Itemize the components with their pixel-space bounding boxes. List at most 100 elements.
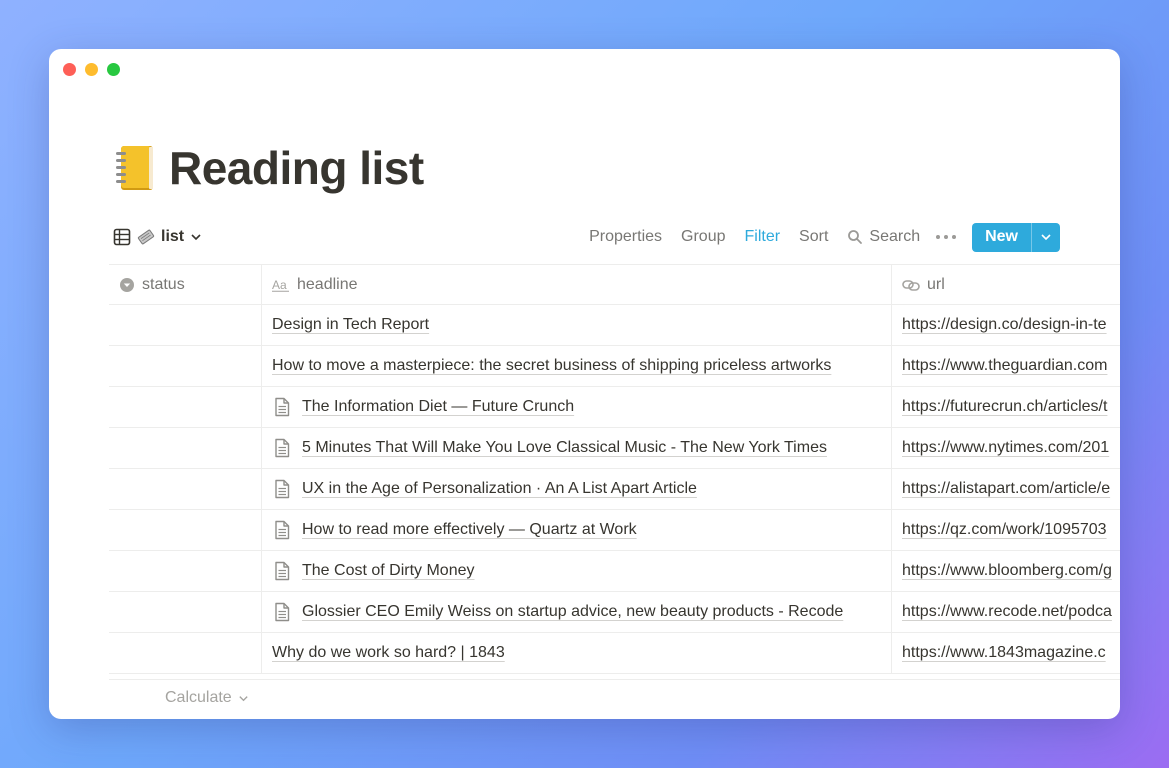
status-cell[interactable] bbox=[109, 428, 262, 468]
more-options-icon[interactable] bbox=[936, 235, 957, 239]
calculate-label: Calculate bbox=[165, 689, 232, 706]
headline-link[interactable]: How to read more effectively — Quartz at… bbox=[302, 521, 637, 539]
window-controls bbox=[63, 63, 120, 76]
headline-link[interactable]: 5 Minutes That Will Make You Love Classi… bbox=[302, 439, 827, 457]
table-row[interactable]: Why do we work so hard? | 1843 https://ww… bbox=[109, 633, 1120, 674]
url-cell[interactable]: https://qz.com/work/1095703 bbox=[892, 510, 1120, 550]
url-link[interactable]: https://futurecrun.ch/articles/t bbox=[902, 398, 1107, 416]
status-cell[interactable] bbox=[109, 592, 262, 632]
chevron-down-icon bbox=[1041, 234, 1051, 241]
close-window-button[interactable] bbox=[63, 63, 76, 76]
view-name: list bbox=[161, 228, 185, 245]
status-cell[interactable] bbox=[109, 551, 262, 591]
table-row[interactable]: How to move a masterpiece: the secret bu… bbox=[109, 346, 1120, 387]
table-row[interactable]: How to read more effectively — Quartz at… bbox=[109, 510, 1120, 551]
notebook-icon[interactable] bbox=[113, 143, 157, 193]
page-title[interactable]: Reading list bbox=[169, 141, 424, 195]
table-icon bbox=[113, 228, 131, 246]
url-cell[interactable]: https://www.nytimes.com/201 bbox=[892, 428, 1120, 468]
group-button[interactable]: Group bbox=[681, 228, 725, 246]
url-link[interactable]: https://design.co/design-in-te bbox=[902, 316, 1107, 334]
headline-cell[interactable]: The Cost of Dirty Money bbox=[262, 551, 892, 591]
new-dropdown-button[interactable] bbox=[1031, 222, 1060, 252]
database-table: status Aa headline url Design in Tech Re… bbox=[109, 264, 1120, 674]
select-property-icon bbox=[120, 277, 134, 292]
column-header-headline[interactable]: Aa headline bbox=[262, 265, 892, 304]
search-button[interactable]: Search bbox=[847, 228, 920, 246]
status-cell[interactable] bbox=[109, 469, 262, 509]
url-link[interactable]: https://qz.com/work/1095703 bbox=[902, 521, 1107, 539]
page-icon bbox=[275, 438, 290, 458]
database-toolbar: list Properties Group Filter Sort Search… bbox=[113, 221, 1060, 253]
headline-link[interactable]: Design in Tech Report bbox=[272, 316, 429, 334]
headline-cell[interactable]: How to move a masterpiece: the secret bu… bbox=[262, 346, 892, 386]
new-button[interactable]: New bbox=[972, 223, 1031, 252]
column-header-status[interactable]: status bbox=[109, 265, 262, 304]
headline-cell[interactable]: Why do we work so hard? | 1843 bbox=[262, 633, 892, 673]
table-row[interactable]: Glossier CEO Emily Weiss on startup advi… bbox=[109, 592, 1120, 633]
headline-link[interactable]: UX in the Age of Personalization · An A … bbox=[302, 480, 697, 498]
headline-cell[interactable]: 5 Minutes That Will Make You Love Classi… bbox=[262, 428, 892, 468]
search-icon bbox=[848, 230, 863, 244]
status-cell[interactable] bbox=[109, 387, 262, 427]
headline-link[interactable]: Why do we work so hard? | 1843 bbox=[272, 644, 505, 662]
column-header-url[interactable]: url bbox=[892, 265, 1120, 304]
filter-button[interactable]: Filter bbox=[744, 228, 780, 246]
headline-link[interactable]: How to move a masterpiece: the secret bu… bbox=[272, 357, 831, 375]
newspaper-icon bbox=[137, 229, 155, 245]
page-icon bbox=[275, 397, 290, 417]
status-cell[interactable] bbox=[109, 633, 262, 673]
table-footer-divider bbox=[109, 679, 1120, 680]
headline-cell[interactable]: Design in Tech Report bbox=[262, 305, 892, 345]
calculate-button[interactable]: Calculate bbox=[165, 689, 249, 707]
url-link[interactable]: https://www.nytimes.com/201 bbox=[902, 439, 1109, 457]
table-row[interactable]: Design in Tech Report https://design.co/d… bbox=[109, 305, 1120, 346]
url-cell[interactable]: https://www.theguardian.com bbox=[892, 346, 1120, 386]
link-icon bbox=[902, 279, 920, 291]
url-cell[interactable]: https://www.1843magazine.c bbox=[892, 633, 1120, 673]
url-link[interactable]: https://alistapart.com/article/e bbox=[902, 480, 1110, 498]
table-row[interactable]: UX in the Age of Personalization · An A … bbox=[109, 469, 1120, 510]
search-label: Search bbox=[869, 228, 921, 245]
minimize-window-button[interactable] bbox=[85, 63, 98, 76]
table-row[interactable]: 5 Minutes That Will Make You Love Classi… bbox=[109, 428, 1120, 469]
url-cell[interactable]: https://www.bloomberg.com/g bbox=[892, 551, 1120, 591]
chevron-down-icon bbox=[239, 695, 248, 701]
maximize-window-button[interactable] bbox=[107, 63, 120, 76]
url-link[interactable]: https://www.recode.net/podca bbox=[902, 603, 1112, 621]
headline-link[interactable]: The Cost of Dirty Money bbox=[302, 562, 475, 580]
column-label: status bbox=[142, 275, 185, 293]
app-window: Reading list list Properties Group Filte… bbox=[49, 49, 1120, 719]
table-row[interactable]: The Cost of Dirty Money https://www.bloom… bbox=[109, 551, 1120, 592]
page-icon bbox=[275, 520, 290, 540]
sort-button[interactable]: Sort bbox=[799, 228, 828, 246]
view-switcher[interactable]: list bbox=[113, 228, 202, 246]
url-link[interactable]: https://www.bloomberg.com/g bbox=[902, 562, 1112, 580]
url-link[interactable]: https://www.1843magazine.c bbox=[902, 644, 1106, 662]
headline-link[interactable]: Glossier CEO Emily Weiss on startup advi… bbox=[302, 603, 843, 621]
table-header: status Aa headline url bbox=[109, 264, 1120, 305]
url-link[interactable]: https://www.theguardian.com bbox=[902, 357, 1107, 375]
column-label: headline bbox=[297, 275, 358, 293]
headline-cell[interactable]: UX in the Age of Personalization · An A … bbox=[262, 469, 892, 509]
headline-cell[interactable]: Glossier CEO Emily Weiss on startup advi… bbox=[262, 592, 892, 632]
url-cell[interactable]: https://futurecrun.ch/articles/t bbox=[892, 387, 1120, 427]
url-cell[interactable]: https://design.co/design-in-te bbox=[892, 305, 1120, 345]
url-cell[interactable]: https://alistapart.com/article/e bbox=[892, 469, 1120, 509]
headline-link[interactable]: The Information Diet — Future Crunch bbox=[302, 398, 574, 416]
url-cell[interactable]: https://www.recode.net/podca bbox=[892, 592, 1120, 632]
column-label: url bbox=[927, 275, 945, 293]
status-cell[interactable] bbox=[109, 346, 262, 386]
page-header: Reading list bbox=[113, 141, 424, 195]
headline-cell[interactable]: How to read more effectively — Quartz at… bbox=[262, 510, 892, 550]
page-icon bbox=[275, 479, 290, 499]
status-cell[interactable] bbox=[109, 305, 262, 345]
svg-text:Aa: Aa bbox=[272, 278, 287, 292]
table-body: Design in Tech Report https://design.co/d… bbox=[109, 305, 1120, 674]
headline-cell[interactable]: The Information Diet — Future Crunch bbox=[262, 387, 892, 427]
table-row[interactable]: The Information Diet — Future Crunch http… bbox=[109, 387, 1120, 428]
status-cell[interactable] bbox=[109, 510, 262, 550]
page-icon bbox=[275, 602, 290, 622]
page-icon bbox=[275, 561, 290, 581]
properties-button[interactable]: Properties bbox=[589, 228, 662, 246]
